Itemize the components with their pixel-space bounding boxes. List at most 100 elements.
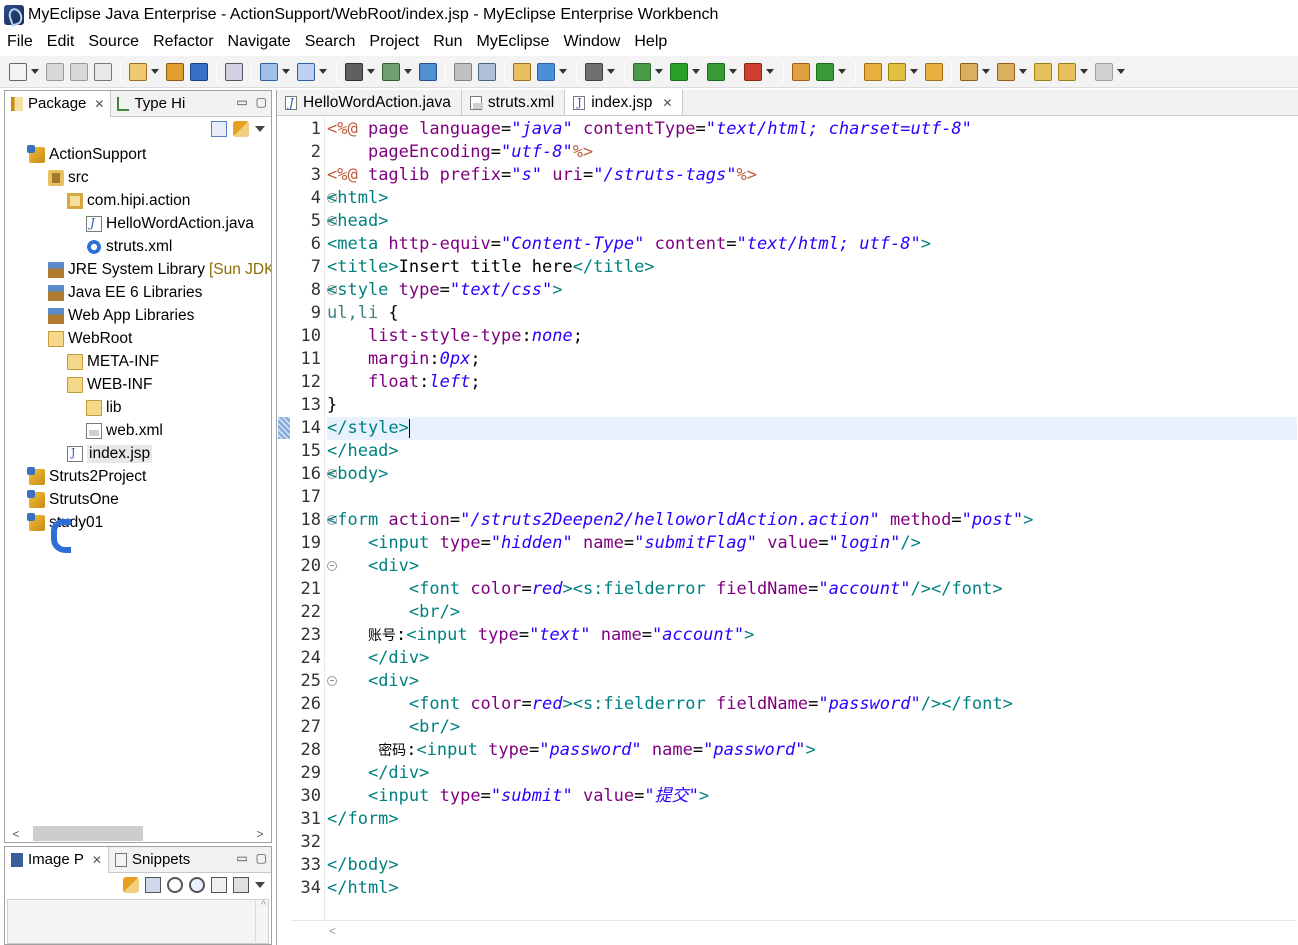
forward-icon[interactable] bbox=[1095, 62, 1113, 81]
chevron-down-icon[interactable] bbox=[838, 69, 846, 74]
scroll-left-icon[interactable]: < bbox=[329, 924, 336, 938]
menu-source[interactable]: Source bbox=[81, 33, 146, 51]
chevron-down-icon[interactable] bbox=[319, 69, 327, 74]
close-icon[interactable]: ✕ bbox=[662, 96, 672, 110]
menu-help[interactable]: Help bbox=[627, 33, 674, 51]
chevron-down-icon[interactable] bbox=[1117, 69, 1125, 74]
chevron-down-icon[interactable] bbox=[1019, 69, 1027, 74]
browser-icon[interactable] bbox=[419, 62, 437, 81]
scroll-left-icon[interactable]: < bbox=[9, 827, 23, 841]
tree-item-java-ee-6-libraries[interactable]: Java EE 6 Libraries bbox=[48, 281, 202, 304]
tree-item-index-jsp[interactable]: index.jsp bbox=[67, 442, 153, 465]
open-folder-2-icon[interactable] bbox=[925, 62, 943, 81]
code-editor[interactable]: 1 2 3 4−5−6 7 8−9 10 11 12 13 14 15 16−17 18−19 20−21 2… bbox=[277, 118, 1298, 920]
chevron-down-icon[interactable] bbox=[559, 69, 567, 74]
chevron-down-icon[interactable] bbox=[404, 69, 412, 74]
new-class-icon[interactable] bbox=[816, 62, 834, 81]
tab-image-preview[interactable]: Image P ✕ bbox=[5, 846, 109, 873]
run-server-icon[interactable] bbox=[225, 62, 243, 81]
new-package-icon[interactable] bbox=[792, 62, 810, 81]
scroll-right-icon[interactable]: > bbox=[253, 827, 267, 841]
tab-package-explorer[interactable]: Package ✕ bbox=[5, 90, 112, 117]
save-report-icon[interactable] bbox=[382, 62, 400, 81]
scrollbar-thumb[interactable] bbox=[33, 826, 143, 841]
scroll-up-icon[interactable]: ^ bbox=[261, 899, 266, 911]
chevron-down-icon[interactable] bbox=[766, 69, 774, 74]
chevron-down-icon[interactable] bbox=[729, 69, 737, 74]
menu-window[interactable]: Window bbox=[556, 33, 627, 51]
tree-item-actionsupport[interactable]: ActionSupport bbox=[27, 143, 146, 166]
view-menu-icon[interactable] bbox=[255, 882, 265, 888]
image-preview-vertical-scrollbar[interactable]: ^ bbox=[255, 899, 271, 944]
tab-type-hierarchy[interactable]: Type Hi bbox=[111, 91, 191, 117]
new-server-icon[interactable] bbox=[129, 62, 147, 81]
tree-item-src[interactable]: src bbox=[48, 166, 89, 189]
minimize-view-icon[interactable]: ▭ bbox=[236, 95, 247, 109]
external-tools-icon[interactable] bbox=[744, 62, 762, 81]
fit-window-icon[interactable] bbox=[233, 877, 249, 893]
tree-item-lib[interactable]: lib bbox=[86, 396, 122, 419]
menu-edit[interactable]: Edit bbox=[40, 33, 82, 51]
chevron-down-icon[interactable] bbox=[692, 69, 700, 74]
maximize-view-icon[interactable]: ▢ bbox=[256, 95, 267, 109]
open-folder-icon[interactable] bbox=[864, 62, 882, 81]
chevron-down-icon[interactable] bbox=[655, 69, 663, 74]
debug-bug-icon[interactable] bbox=[633, 62, 651, 81]
monitor-icon[interactable] bbox=[585, 62, 603, 81]
chevron-down-icon[interactable] bbox=[282, 69, 290, 74]
menu-myeclipse[interactable]: MyEclipse bbox=[470, 33, 557, 51]
tree-item-meta-inf[interactable]: META-INF bbox=[67, 350, 159, 373]
menu-file[interactable]: File bbox=[0, 33, 40, 51]
tree-item-struts2project[interactable]: Struts2Project bbox=[27, 465, 146, 488]
zoom-in-icon[interactable] bbox=[189, 877, 205, 893]
deploy-icon[interactable] bbox=[297, 62, 315, 81]
save-icon[interactable] bbox=[46, 62, 64, 81]
link-with-editor-icon[interactable] bbox=[233, 121, 249, 137]
debug-icon[interactable] bbox=[345, 62, 363, 81]
open-perspective-icon[interactable] bbox=[513, 62, 531, 81]
tree-item-web-app-libraries[interactable]: Web App Libraries bbox=[48, 304, 194, 327]
new-web-project-icon[interactable] bbox=[260, 62, 278, 81]
run-config-icon[interactable] bbox=[707, 62, 725, 81]
minimize-view-icon[interactable]: ▭ bbox=[236, 851, 247, 865]
chevron-down-icon[interactable] bbox=[367, 69, 375, 74]
menu-run[interactable]: Run bbox=[426, 33, 469, 51]
skip-icon[interactable] bbox=[454, 62, 472, 81]
tree-item-com-hipi-action[interactable]: com.hipi.action bbox=[67, 189, 190, 212]
tree-item-struts-xml[interactable]: struts.xml bbox=[86, 235, 172, 258]
chevron-down-icon[interactable] bbox=[982, 69, 990, 74]
globe-icon[interactable] bbox=[537, 62, 555, 81]
zoom-out-icon[interactable] bbox=[167, 877, 183, 893]
close-icon[interactable]: ✕ bbox=[92, 853, 102, 867]
tab-struts-xml[interactable]: struts.xml bbox=[462, 90, 566, 115]
print-icon[interactable] bbox=[94, 62, 112, 81]
menu-project[interactable]: Project bbox=[362, 33, 426, 51]
tree-item-jre-system-library[interactable]: JRE System Library [Sun JDK bbox=[48, 258, 271, 281]
chevron-down-icon[interactable] bbox=[1080, 69, 1088, 74]
menu-search[interactable]: Search bbox=[298, 33, 363, 51]
prev-annotation-icon[interactable] bbox=[997, 62, 1015, 81]
chevron-down-icon[interactable] bbox=[31, 69, 39, 74]
save-all-icon[interactable] bbox=[70, 62, 88, 81]
menu-refactor[interactable]: Refactor bbox=[146, 33, 220, 51]
last-edit-icon[interactable] bbox=[1034, 62, 1052, 81]
open-type-icon[interactable] bbox=[166, 62, 184, 81]
next-annotation-icon[interactable] bbox=[960, 62, 978, 81]
menu-navigate[interactable]: Navigate bbox=[221, 33, 298, 51]
tree-horizontal-scrollbar[interactable]: < > bbox=[9, 825, 267, 842]
view-menu-icon[interactable] bbox=[255, 126, 265, 132]
marker-icon[interactable] bbox=[888, 62, 906, 81]
fit-image-icon[interactable] bbox=[145, 877, 161, 893]
actual-size-icon[interactable] bbox=[211, 877, 227, 893]
new-icon[interactable] bbox=[9, 62, 27, 81]
tree-item-hellowordaction-java[interactable]: HelloWordAction.java bbox=[86, 212, 254, 235]
tree-item-webroot[interactable]: WebRoot bbox=[48, 327, 132, 350]
chevron-down-icon[interactable] bbox=[910, 69, 918, 74]
maximize-view-icon[interactable]: ▢ bbox=[256, 851, 267, 865]
refresh-icon[interactable] bbox=[478, 62, 496, 81]
tree-item-strutsone[interactable]: StrutsOne bbox=[27, 488, 119, 511]
tree-item-web-xml[interactable]: web.xml bbox=[86, 419, 163, 442]
back-icon[interactable] bbox=[1058, 62, 1076, 81]
chevron-down-icon[interactable] bbox=[151, 69, 159, 74]
chevron-down-icon[interactable] bbox=[607, 69, 615, 74]
